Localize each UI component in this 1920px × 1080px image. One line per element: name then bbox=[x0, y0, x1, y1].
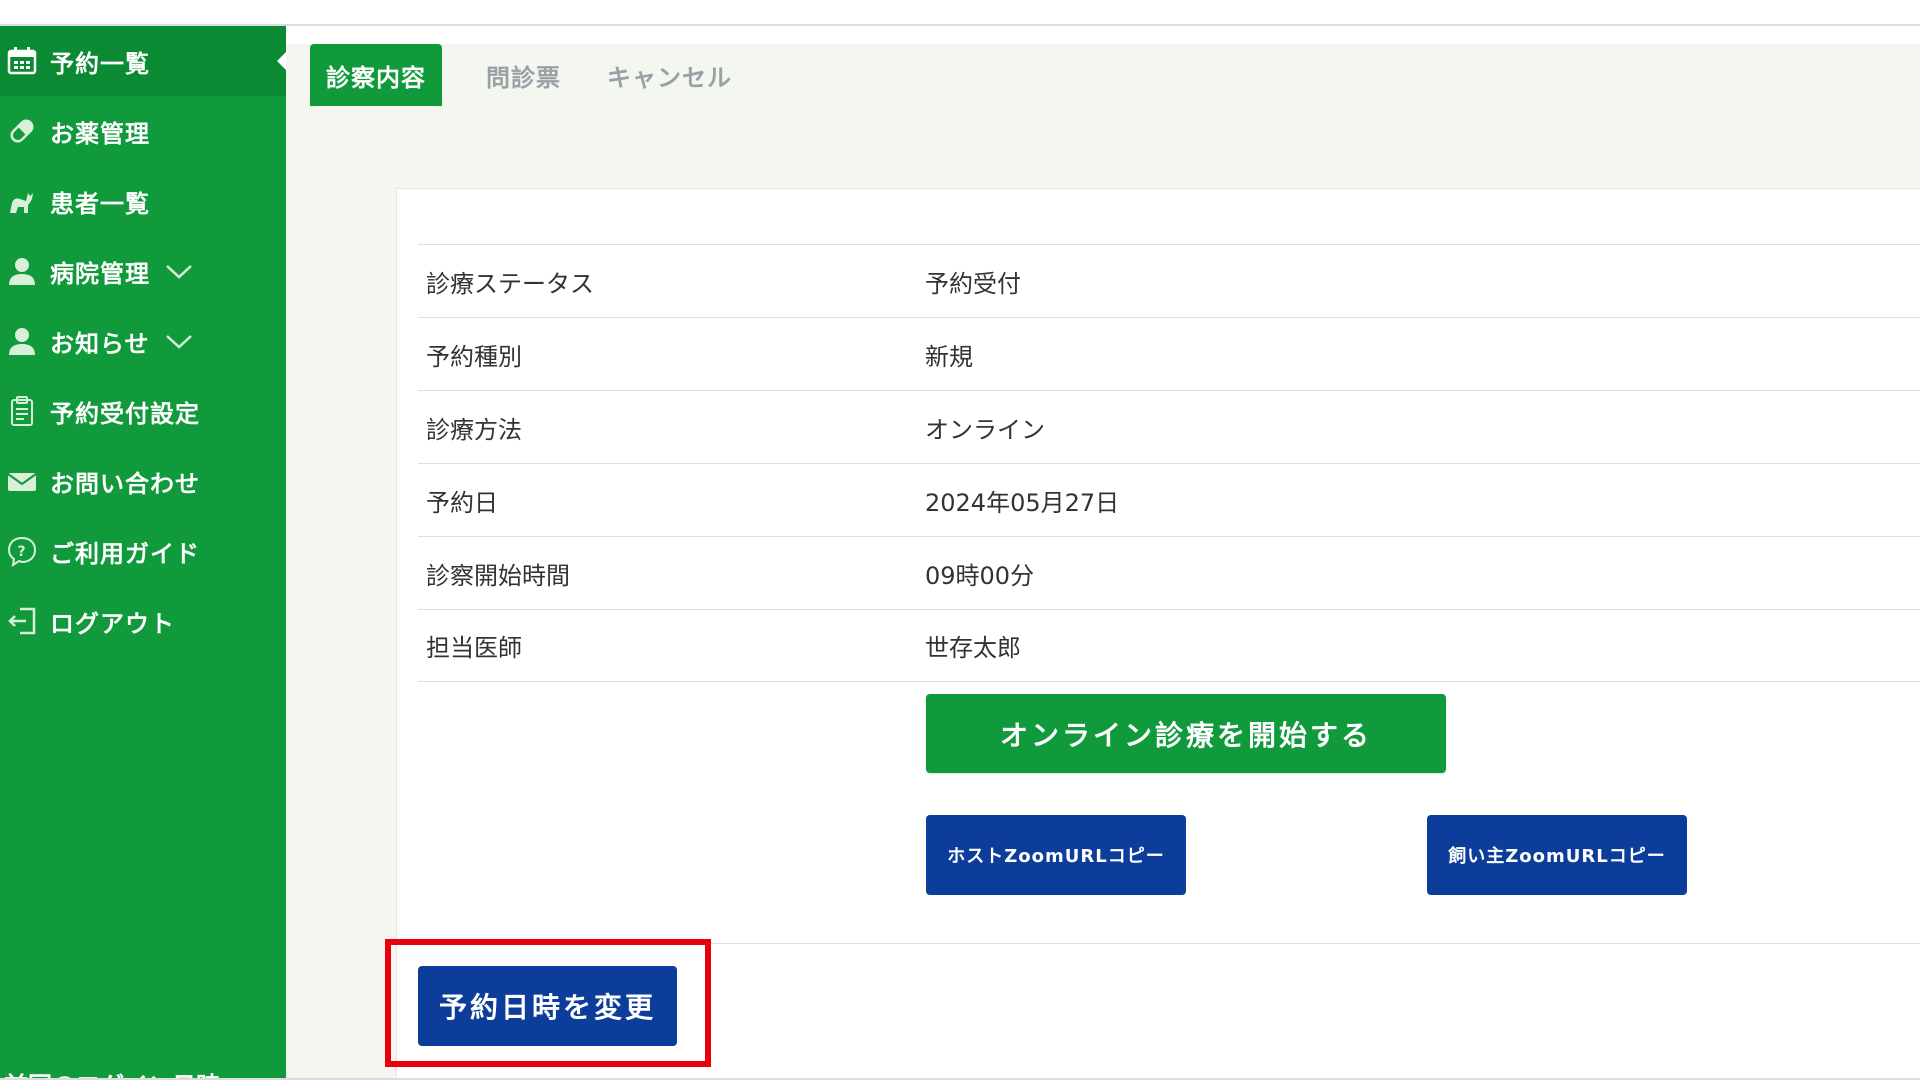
detail-value: 2024年05月27日 bbox=[925, 488, 1120, 517]
logout-icon bbox=[4, 603, 40, 639]
sidebar-item-booking-settings[interactable]: 予約受付設定 bbox=[0, 376, 286, 446]
tab-consultation[interactable]: 診察内容 bbox=[310, 44, 442, 106]
top-border bbox=[0, 24, 1920, 26]
sidebar-item-logout[interactable]: ログアウト bbox=[0, 586, 286, 656]
detail-row-type: 予約種別 新規 bbox=[418, 317, 1920, 390]
start-online-consultation-button[interactable]: オンライン診療を開始する bbox=[926, 694, 1446, 773]
detail-label: 予約日 bbox=[426, 488, 498, 517]
calendar-icon bbox=[4, 43, 40, 79]
pet-icon bbox=[4, 183, 40, 219]
sidebar-item-label: ご利用ガイド bbox=[50, 539, 200, 568]
sidebar-item-label: お薬管理 bbox=[50, 119, 150, 148]
highlight-frame bbox=[385, 939, 711, 1067]
sidebar-item-hospital[interactable]: 病院管理 bbox=[0, 236, 286, 306]
sidebar-item-patients[interactable]: 患者一覧 bbox=[0, 166, 286, 236]
detail-value: 世存太郎 bbox=[925, 634, 1021, 662]
sidebar: 予約一覧 お薬管理 患者一覧 病院管理 お知らせ 予約受付設定 お問い合わせ ?… bbox=[0, 26, 286, 1080]
detail-label: 担当医師 bbox=[426, 634, 522, 662]
sidebar-item-label: 予約一覧 bbox=[50, 49, 150, 78]
sidebar-item-contact[interactable]: お問い合わせ bbox=[0, 446, 286, 516]
chevron-down-icon[interactable] bbox=[164, 331, 194, 351]
detail-value: オンライン bbox=[925, 415, 1045, 444]
detail-label: 診療ステータス bbox=[426, 269, 594, 298]
detail-label: 診察開始時間 bbox=[426, 561, 570, 590]
tab-bar: 診察内容 問診票 キャンセル bbox=[310, 44, 748, 106]
detail-row-method: 診療方法 オンライン bbox=[418, 390, 1920, 463]
sidebar-item-label: 患者一覧 bbox=[50, 189, 150, 218]
sidebar-item-label: 予約受付設定 bbox=[50, 399, 200, 428]
copy-owner-zoom-url-button[interactable]: 飼い主ZoomURLコピー bbox=[1427, 815, 1687, 895]
sidebar-item-label: お知らせ bbox=[50, 329, 150, 358]
person-icon bbox=[4, 323, 40, 359]
sidebar-item-reservations[interactable]: 予約一覧 bbox=[0, 26, 286, 96]
tab-cancel[interactable]: キャンセル bbox=[591, 44, 748, 106]
detail-row-status: 診療ステータス 予約受付 bbox=[418, 244, 1920, 317]
detail-row-date: 予約日 2024年05月27日 bbox=[418, 463, 1920, 536]
detail-value: 予約受付 bbox=[925, 269, 1021, 298]
clipboard-icon bbox=[4, 393, 40, 429]
tab-questionnaire[interactable]: 問診票 bbox=[470, 44, 577, 106]
detail-label: 診療方法 bbox=[426, 415, 522, 444]
help-icon: ? bbox=[4, 533, 40, 569]
app-window: 予約一覧 お薬管理 患者一覧 病院管理 お知らせ 予約受付設定 お問い合わせ ?… bbox=[0, 0, 1920, 1080]
detail-row-doctor: 担当医師 世存太郎 bbox=[418, 609, 1920, 682]
sidebar-item-news[interactable]: お知らせ bbox=[0, 306, 286, 376]
pill-icon bbox=[4, 113, 40, 149]
detail-row-start-time: 診察開始時間 09時00分 bbox=[418, 536, 1920, 609]
sidebar-item-guide[interactable]: ? ご利用ガイド bbox=[0, 516, 286, 586]
chevron-down-icon[interactable] bbox=[164, 261, 194, 281]
detail-value: 09時00分 bbox=[925, 561, 1035, 590]
sidebar-item-label: 病院管理 bbox=[50, 259, 150, 288]
svg-text:?: ? bbox=[17, 544, 26, 560]
detail-label: 予約種別 bbox=[426, 342, 522, 371]
sidebar-item-medicine[interactable]: お薬管理 bbox=[0, 96, 286, 166]
sidebar-item-label: お問い合わせ bbox=[50, 469, 200, 498]
sidebar-item-label: ログアウト bbox=[50, 609, 175, 638]
copy-host-zoom-url-button[interactable]: ホストZoomURLコピー bbox=[926, 815, 1186, 895]
detail-value: 新規 bbox=[925, 342, 973, 371]
person-icon bbox=[4, 253, 40, 289]
mail-icon bbox=[4, 463, 40, 499]
detail-table: 診療ステータス 予約受付 予約種別 新規 診療方法 オンライン 予約日 2024… bbox=[418, 244, 1920, 682]
